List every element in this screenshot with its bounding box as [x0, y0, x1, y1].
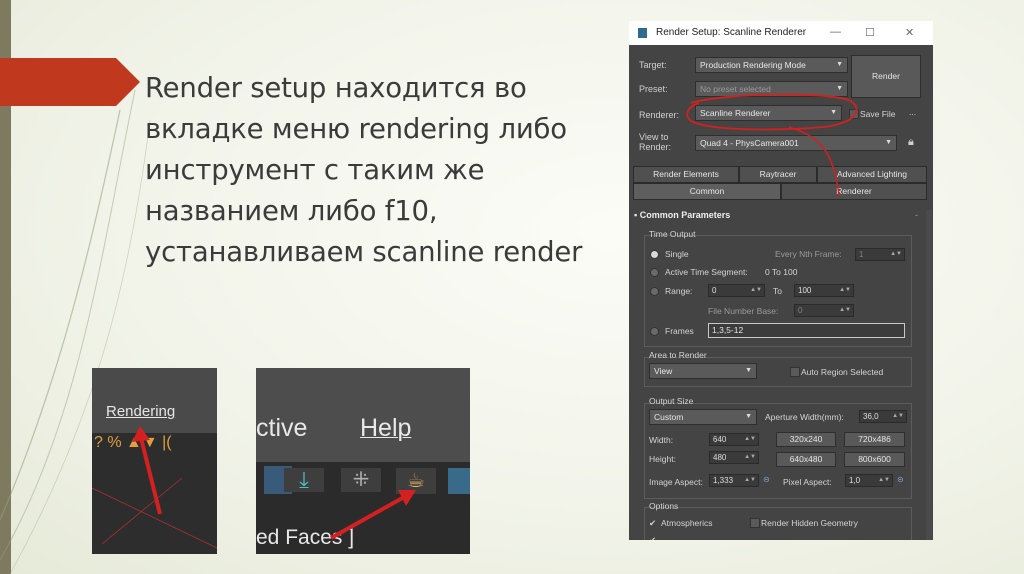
slide-body-text: Render setup находится во вкладке меню r… — [145, 72, 583, 268]
arrow-banner — [0, 58, 140, 106]
red-arrow-annotation — [92, 426, 217, 549]
red-highlight-annotation — [686, 93, 858, 197]
render-setup-window: Render Setup: Scanline Renderer — ☐ ✕ Ta… — [629, 21, 933, 540]
red-arrow-annotation — [330, 490, 416, 540]
help-menu-crop: ctive Help ⤓ ⁜ ☕︎ ed Faces ] — [256, 368, 470, 554]
rendering-menu-crop: Rendering ? % ▲▼ |( — [92, 368, 217, 554]
